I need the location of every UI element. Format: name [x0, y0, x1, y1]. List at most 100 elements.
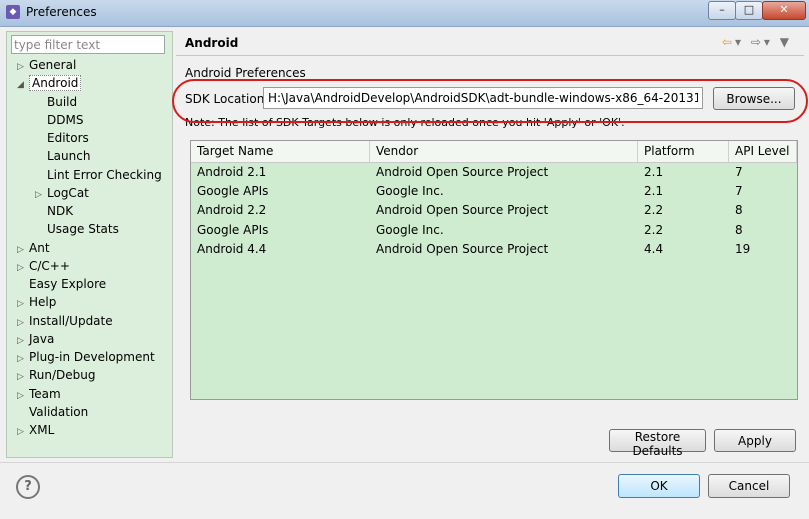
cancel-button[interactable]: Cancel	[708, 474, 790, 498]
tree-item-label: XML	[29, 423, 55, 437]
tree-item-label: Validation	[29, 404, 89, 419]
platform-cell: 4.4	[644, 241, 664, 256]
tree-item-label: Run/Debug	[29, 368, 96, 383]
tree-item-label: Editors	[47, 131, 89, 145]
column-header-vendor[interactable]: Vendor	[370, 141, 638, 162]
tree-item-label: DDMS	[47, 112, 84, 127]
platform-cell: 2.1	[644, 165, 664, 179]
back-arrow-icon[interactable]: ⇦	[722, 35, 735, 49]
collapse-arrow-icon[interactable]: ◢	[17, 76, 29, 94]
tree-item-label: Install/Update	[29, 313, 113, 328]
api-level-cell: 19	[735, 241, 751, 256]
tree-item-label: Easy Explore	[29, 277, 107, 291]
tree-item-ddms[interactable]: DDMS	[35, 111, 83, 129]
dialog-button-bar: ? OK Cancel	[0, 462, 809, 519]
target-name-cell: Google APIs	[197, 184, 269, 199]
tree-item-label: General	[29, 58, 77, 72]
close-button[interactable]: ✕	[762, 1, 806, 20]
table-row[interactable]: Google APIs Google Inc. 2.1 7	[191, 182, 797, 201]
preference-tree-pane: ▷General◢AndroidBuildDDMSEditorsLaunchLi…	[6, 31, 173, 458]
help-icon[interactable]: ?	[16, 475, 40, 499]
tree-item-label: C/C++	[29, 258, 70, 273]
tree-item-usage-stats[interactable]: Usage Stats	[35, 220, 119, 238]
column-header-api-level[interactable]: API Level	[729, 141, 797, 162]
ok-button[interactable]: OK	[618, 474, 700, 498]
tree-item-build[interactable]: Build	[35, 93, 77, 111]
sdk-note: Note: The list of SDK Targets below is o…	[185, 116, 625, 129]
vendor-cell: Android Open Source Project	[376, 203, 549, 218]
tree-item-lint-error-checking[interactable]: Lint Error Checking	[35, 166, 162, 184]
tree-item-plug-in-development[interactable]: ▷ Plug-in Development	[17, 348, 155, 366]
section-title: Android Preferences	[185, 66, 306, 80]
back-menu-icon[interactable]: ▾	[735, 35, 744, 49]
target-name-cell: Android 2.2	[197, 203, 267, 218]
tree-item-label: Plug-in Development	[29, 350, 155, 364]
target-name-cell: Google APIs	[197, 222, 269, 237]
page-title: Android	[185, 36, 239, 50]
maximize-button[interactable]: □	[735, 1, 763, 20]
sdk-location-field[interactable]	[263, 87, 703, 109]
view-menu-icon[interactable]: ▼	[780, 35, 792, 49]
tree-item-help[interactable]: ▷ Help	[17, 293, 56, 311]
tree-item-validation[interactable]: Validation	[17, 403, 88, 421]
minimize-button[interactable]: –	[708, 1, 736, 20]
platform-cell: 2.2	[644, 222, 664, 237]
sdk-targets-table[interactable]: Target Name Vendor Platform API Level An…	[190, 140, 798, 400]
platform-cell: 2.2	[644, 203, 664, 218]
tree-item-java[interactable]: ▷ Java	[17, 330, 54, 348]
tree-item-editors[interactable]: Editors	[35, 129, 89, 147]
platform-cell: 2.1	[644, 184, 664, 199]
preferences-app-icon: ◆	[6, 5, 20, 19]
tree-item-label: Android	[29, 75, 82, 92]
vendor-cell: Google Inc.	[376, 184, 444, 199]
tree-item-install-update[interactable]: ▷ Install/Update	[17, 312, 113, 330]
browse-button[interactable]: Browse...	[713, 87, 795, 110]
forward-arrow-icon[interactable]: ⇨	[751, 35, 764, 49]
vendor-cell: Android Open Source Project	[376, 165, 549, 179]
tree-item-label: Ant	[29, 240, 50, 255]
tree-item-easy-explore[interactable]: Easy Explore	[17, 275, 106, 293]
title-bar: ◆ Preferences – □ ✕	[0, 0, 809, 27]
tree-item-label: Help	[29, 295, 57, 310]
tree-item-general[interactable]: ▷ General	[17, 56, 76, 74]
expand-arrow-icon[interactable]: ▷	[17, 423, 29, 441]
tree-item-launch[interactable]: Launch	[35, 147, 90, 165]
api-level-cell: 7	[735, 184, 743, 199]
table-row[interactable]: Android 4.4 Android Open Source Project 4.…	[191, 240, 797, 259]
page-header: Android ⇦▾ ⇨▾ ▼	[176, 31, 804, 56]
api-level-cell: 8	[735, 222, 743, 237]
target-name-cell: Android 2.1	[197, 165, 267, 179]
tree-item-ant[interactable]: ▷ Ant	[17, 239, 50, 257]
table-row[interactable]: Android 2.2 Android Open Source Project 2.…	[191, 201, 797, 220]
column-header-platform[interactable]: Platform	[638, 141, 729, 162]
tree-item-label: Lint Error Checking	[47, 167, 162, 182]
sdk-location-label: SDK Location:	[185, 92, 269, 106]
table-row[interactable]: Android 2.1 Android Open Source Project 2.…	[191, 163, 797, 182]
history-nav: ⇦▾ ⇨▾ ▼	[722, 35, 792, 49]
tree-item-label: Team	[29, 386, 61, 401]
forward-menu-icon[interactable]: ▾	[764, 35, 773, 49]
tree-item-run-debug[interactable]: ▷ Run/Debug	[17, 366, 96, 384]
tree-item-ndk[interactable]: NDK	[35, 202, 73, 220]
tree-item-label: LogCat	[47, 185, 89, 200]
target-name-cell: Android 4.4	[197, 241, 267, 256]
tree-item-label: Build	[47, 94, 78, 109]
tree-item-label: NDK	[47, 204, 74, 218]
table-header: Target Name Vendor Platform API Level	[191, 141, 797, 163]
api-level-cell: 8	[735, 203, 743, 218]
tree-item-label: Java	[29, 331, 55, 346]
restore-defaults-button[interactable]: Restore Defaults	[609, 429, 706, 458]
filter-input[interactable]	[11, 35, 165, 54]
tree-item-android[interactable]: ◢ Android	[17, 74, 82, 94]
apply-button[interactable]: Apply	[714, 429, 796, 452]
tree-item-label: Usage Stats	[47, 222, 119, 237]
tree-item-logcat[interactable]: ▷ LogCat	[35, 184, 89, 202]
tree-item-team[interactable]: ▷ Team	[17, 385, 61, 403]
vendor-cell: Google Inc.	[376, 222, 444, 237]
tree-item-c-c[interactable]: ▷ C/C++	[17, 257, 70, 275]
column-header-target-name[interactable]: Target Name	[191, 141, 370, 162]
table-row[interactable]: Google APIs Google Inc. 2.2 8	[191, 221, 797, 240]
tree-item-xml[interactable]: ▷ XML	[17, 421, 54, 439]
window-title: Preferences	[26, 5, 97, 19]
tree-item-label: Launch	[47, 149, 91, 164]
